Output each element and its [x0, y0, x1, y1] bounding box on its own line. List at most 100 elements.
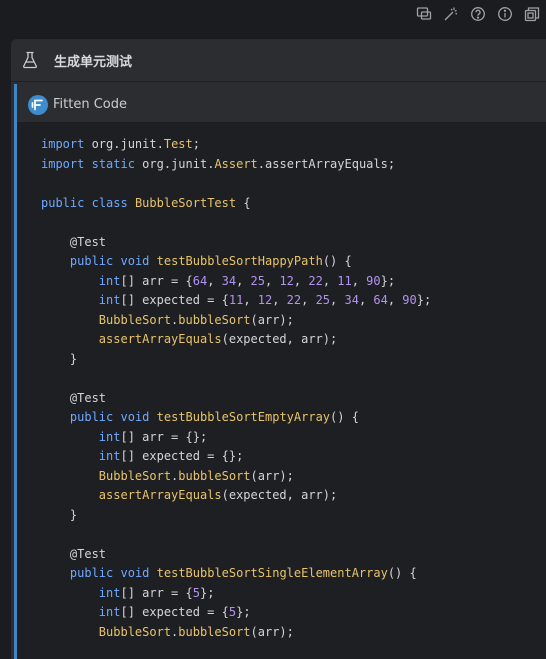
code-token: BubbleSort — [98, 468, 172, 483]
code-token: , — [330, 293, 345, 307]
code-line: @Test — [17, 545, 546, 565]
code-token: , — [351, 273, 367, 288]
flask-icon — [22, 51, 38, 69]
code-token: int — [98, 429, 121, 444]
code-token: assertArrayEquals — [98, 488, 222, 502]
code-token: ; — [192, 137, 200, 151]
code-token: @Test — [41, 234, 107, 249]
code-token: bubbleSort — [178, 624, 251, 639]
code-token: (expected, arr); — [221, 488, 338, 502]
code-token: [] arr = { — [120, 585, 193, 600]
help-icon[interactable] — [470, 6, 486, 22]
code-token: 34 — [344, 293, 359, 307]
code-token: , — [236, 273, 251, 288]
chat-icon[interactable] — [416, 6, 432, 22]
magic-wand-icon[interactable] — [443, 6, 459, 22]
code-token: 90 — [402, 293, 417, 307]
top-toolbar — [0, 0, 546, 30]
code-token: , — [243, 293, 258, 307]
code-token: 12 — [279, 273, 294, 288]
code-line: BubbleSort.bubbleSort(arr); — [17, 467, 546, 487]
code-token: public — [69, 410, 114, 424]
code-line: @Test — [17, 233, 546, 253]
code-token: } — [41, 351, 78, 366]
code-token: , — [265, 273, 280, 288]
code-token: [] expected = { — [120, 293, 229, 307]
code-token: public — [69, 254, 114, 268]
code-token: (arr); — [250, 624, 294, 639]
code-token: [] arr = {}; — [120, 429, 208, 444]
code-token: 11 — [228, 293, 244, 307]
fitten-logo-icon — [28, 95, 48, 115]
code-line: int[] expected = {}; — [17, 447, 546, 467]
code-token: public — [69, 566, 114, 580]
code-token: 22 — [286, 293, 302, 307]
code-token: , — [207, 273, 222, 288]
code-token: @Test — [41, 546, 107, 561]
code-token: int — [98, 605, 121, 619]
code-token: , — [387, 293, 403, 307]
code-token: }; — [416, 293, 432, 307]
code-line: public void testBubbleSortSingleElementA… — [17, 564, 546, 584]
code-token: () { — [387, 566, 417, 580]
code-line: } — [17, 506, 546, 526]
code-line: } — [17, 350, 546, 370]
code-token: } — [41, 507, 78, 522]
code-line: BubbleSort.bubbleSort(arr); — [17, 623, 546, 643]
code-token: void — [120, 566, 150, 580]
code-token: 11 — [337, 273, 352, 288]
code-line: int[] expected = {5}; — [17, 603, 546, 623]
code-token: bubbleSort — [178, 468, 251, 483]
copy-window-icon[interactable] — [524, 6, 540, 22]
code-token: 90 — [366, 273, 381, 288]
code-token: , — [322, 273, 338, 288]
panel-header: 生成单元测试 — [11, 39, 546, 82]
code-token: }; — [199, 585, 215, 600]
code-line: int[] arr = {5}; — [17, 584, 546, 604]
code-token: int — [98, 449, 121, 463]
code-token: testBubbleSortHappyPath — [156, 254, 323, 268]
code-token: static — [91, 156, 135, 171]
code-line: @Test — [17, 389, 546, 409]
code-token: public — [41, 195, 85, 210]
code-token: BubbleSort — [98, 624, 172, 639]
code-token: org.junit. — [84, 137, 164, 151]
code-token: BubbleSort — [98, 312, 172, 327]
code-line: int[] arr = {64, 34, 25, 12, 22, 11, 90}… — [17, 272, 546, 292]
code-token: (expected, arr); — [221, 332, 338, 346]
code-line: public class BubbleSortTest { — [17, 194, 546, 214]
code-line: int[] arr = {}; — [17, 428, 546, 448]
code-line: assertArrayEquals(expected, arr); — [17, 330, 546, 350]
code-token: }; — [236, 605, 251, 619]
code-block[interactable]: import org.junit.Test; import static org.… — [17, 122, 546, 659]
info-icon[interactable] — [497, 6, 513, 22]
code-token: (arr); — [250, 468, 294, 483]
code-token: 12 — [257, 293, 273, 307]
code-token: void — [120, 410, 150, 424]
code-token: 25 — [315, 293, 331, 307]
code-token: 22 — [308, 273, 323, 288]
code-token: @Test — [41, 390, 107, 405]
code-token: Assert — [214, 156, 258, 171]
code-token: , — [293, 273, 309, 288]
code-line: public void testBubbleSortEmptyArray() { — [17, 408, 546, 428]
code-token: bubbleSort — [178, 312, 251, 327]
